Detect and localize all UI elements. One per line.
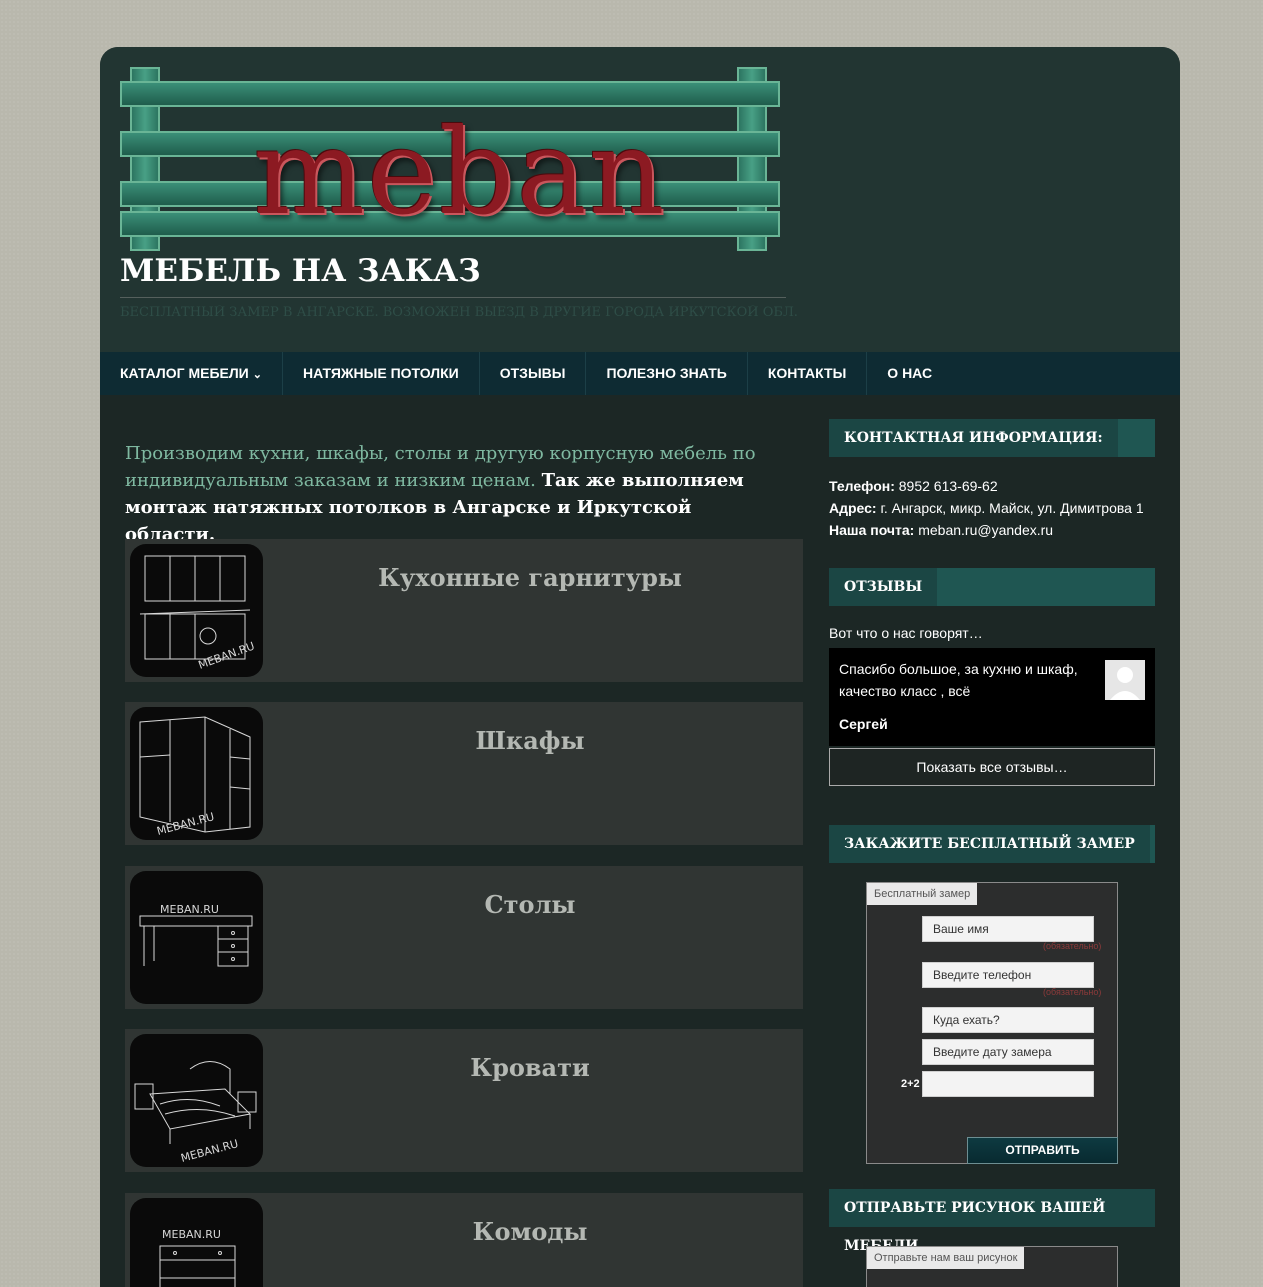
drawing-upload-form: Отправьте нам ваш рисунок [866,1246,1118,1287]
drawing-widget-heading: ОТПРАВЬТЕ РИСУНОК ВАШЕЙ МЕБЕЛИ [829,1189,1155,1254]
thumb-watermark: MEBAN.RU [179,1137,239,1165]
category-title[interactable]: Столы [275,890,785,919]
phone-label: Телефон: [829,478,895,494]
page-container: meban МЕБЕЛЬ НА ЗАКАЗ БЕСПЛАТНЫЙ ЗАМЕР В… [100,47,1180,1287]
date-input[interactable]: Введите дату замера [922,1039,1094,1065]
category-card-beds[interactable]: MEBAN.RU Кровати [125,1029,803,1172]
category-title[interactable]: Кухонные гарнитуры [275,563,785,592]
logo-wordmark: meban [253,103,667,241]
site-header: meban МЕБЕЛЬ НА ЗАКАЗ БЕСПЛАТНЫЙ ЗАМЕР В… [100,47,1180,352]
contact-phone-row: Телефон: 8952 613-69-62 [829,475,1144,497]
submit-button[interactable]: ОТПРАВИТЬ [967,1137,1118,1164]
form-tab: Отправьте нам ваш рисунок [867,1247,1025,1269]
desk-sketch-image: MEBAN.RU [130,871,263,1004]
contact-address-row: Адрес: г. Ангарск, микр. Майск, ул. Дими… [829,497,1144,519]
phone-input[interactable]: Введите телефон [922,962,1094,988]
nav-item-label: О НАС [887,365,933,381]
site-tagline: БЕСПЛАТНЫЙ ЗАМЕР В АНГАРСКЕ. ВОЗМОЖЕН ВЫ… [120,305,798,320]
nav-item-contacts[interactable]: КОНТАКТЫ [748,352,868,395]
name-input[interactable]: Ваше имя [922,916,1094,942]
widget-title: ОТПРАВЬТЕ РИСУНОК ВАШЕЙ МЕБЕЛИ [829,1189,1155,1254]
captcha-label: 2+2 [901,1078,920,1090]
reviews-widget-heading: ОТЗЫВЫ [829,568,1155,606]
email-label: Наша почта: [829,522,915,538]
title-divider [120,297,786,298]
category-card-dressers[interactable]: MEBAN.RU Комоды [125,1193,803,1287]
category-card-kitchens[interactable]: MEBAN.RU Кухонные гарнитуры [125,539,803,682]
widget-title: КОНТАКТНАЯ ИНФОРМАЦИЯ: [829,419,1118,457]
review-author: Сергей [839,716,888,732]
contact-widget-heading: КОНТАКТНАЯ ИНФОРМАЦИЯ: [829,419,1155,457]
required-note: (обязательно) [1043,987,1102,997]
address-value: г. Ангарск, микр. Майск, ул. Димитрова 1 [880,500,1144,516]
site-logo[interactable]: meban [120,67,780,251]
nav-item-label: КАТАЛОГ МЕБЕЛИ [120,365,249,381]
nav-item-useful[interactable]: ПОЛЕЗНО ЗНАТЬ [586,352,748,395]
form-tab: Бесплатный замер [867,883,978,905]
contact-info: Телефон: 8952 613-69-62 Адрес: г. Ангарс… [829,475,1144,541]
nav-item-about[interactable]: О НАС [867,352,952,395]
measurement-form: Бесплатный замер Ваше имя (обязательно) … [866,882,1118,1164]
address-label: Адрес: [829,500,877,516]
review-text: Спасибо большое, за кухню и шкаф, качест… [839,661,1078,699]
kitchen-sketch-image: MEBAN.RU [130,544,263,677]
captcha-input[interactable] [922,1071,1094,1097]
phone-value[interactable]: 8952 613-69-62 [899,478,998,494]
avatar [1105,660,1145,700]
review-card: Спасибо большое, за кухню и шкаф, качест… [829,648,1155,746]
site-title[interactable]: МЕБЕЛЬ НА ЗАКАЗ [120,253,481,289]
category-title[interactable]: Кровати [275,1053,785,1082]
thumb-watermark: MEBAN.RU [160,903,219,916]
chevron-down-icon: ⌄ [252,369,262,381]
category-title[interactable]: Шкафы [275,726,785,755]
show-all-reviews-button[interactable]: Показать все отзывы… [829,748,1155,786]
nav-item-label: ПОЛЕЗНО ЗНАТЬ [606,365,727,381]
nav-item-label: НАТЯЖНЫЕ ПОТОЛКИ [302,365,459,381]
widget-title: ОТЗЫВЫ [829,568,938,606]
category-card-wardrobes[interactable]: MEBAN.RU Шкафы [125,702,803,845]
nav-item-ceilings[interactable]: НАТЯЖНЫЕ ПОТОЛКИ [283,352,480,395]
dresser-sketch-image: MEBAN.RU [130,1198,263,1287]
intro-text: Производим кухни, шкафы, столы и другую … [125,440,785,548]
thumb-watermark: MEBAN.RU [162,1228,221,1241]
contact-email-row: Наша почта: meban.ru@yandex.ru [829,519,1144,541]
thumb-watermark: MEBAN.RU [155,810,215,838]
category-title[interactable]: Комоды [275,1217,785,1246]
nav-item-label: КОНТАКТЫ [767,365,847,381]
bed-sketch-image: MEBAN.RU [130,1034,263,1167]
order-widget-heading: ЗАКАЖИТЕ БЕСПЛАТНЫЙ ЗАМЕР [829,825,1155,863]
required-note: (обязательно) [1043,941,1102,951]
nav-item-reviews[interactable]: ОТЗЫВЫ [480,352,587,395]
nav-item-catalog[interactable]: КАТАЛОГ МЕБЕЛИ ⌄ [100,352,283,395]
reviews-intro: Вот что о нас говорят… [829,625,983,641]
thumb-watermark: MEBAN.RU [197,639,257,671]
category-card-tables[interactable]: MEBAN.RU Столы [125,866,803,1009]
main-nav: КАТАЛОГ МЕБЕЛИ ⌄ НАТЯЖНЫЕ ПОТОЛКИ ОТЗЫВЫ … [100,352,1180,395]
nav-item-label: ОТЗЫВЫ [499,365,566,381]
address-input[interactable]: Куда ехать? [922,1007,1094,1033]
widget-title: ЗАКАЖИТЕ БЕСПЛАТНЫЙ ЗАМЕР [829,825,1150,863]
wardrobe-sketch-image: MEBAN.RU [130,707,263,840]
email-value[interactable]: meban.ru@yandex.ru [918,522,1053,538]
